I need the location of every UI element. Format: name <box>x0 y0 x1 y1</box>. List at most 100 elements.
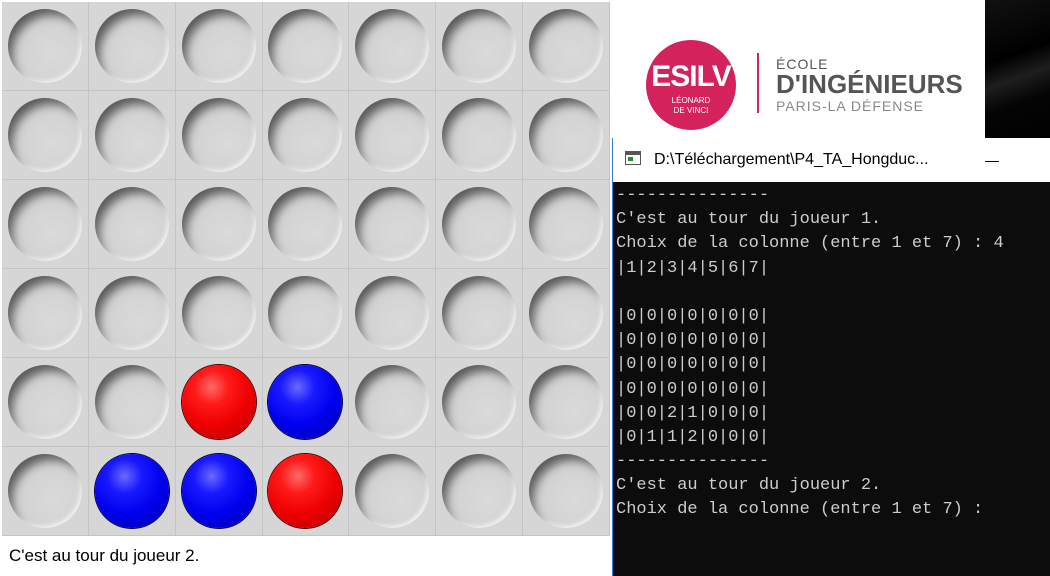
board-cell[interactable] <box>523 180 610 269</box>
school-logo: ESILV LÉONARD DE VINCI ÉCOLE D'INGÉNIEUR… <box>612 0 985 140</box>
empty-slot <box>181 187 256 261</box>
console-titlebar[interactable]: D:\Téléchargement\P4_TA_Hongduc... <box>613 138 1050 182</box>
board-cell[interactable] <box>88 447 176 536</box>
board-cell[interactable] <box>175 447 263 536</box>
board-cell[interactable] <box>349 358 437 447</box>
blue-disc <box>94 454 169 528</box>
minimize-icon[interactable] <box>975 148 1009 174</box>
board-cell[interactable] <box>88 2 176 91</box>
empty-slot <box>355 276 430 350</box>
board-cell[interactable] <box>262 91 350 180</box>
board-cell[interactable] <box>262 447 350 536</box>
board-cell[interactable] <box>2 269 89 358</box>
empty-slot <box>529 187 604 261</box>
empty-slot <box>268 276 343 350</box>
empty-slot <box>442 98 517 172</box>
logo-line-ingenieurs: D'INGÉNIEURS <box>776 69 963 99</box>
console-line: --------------- <box>616 186 770 205</box>
empty-slot <box>268 9 343 83</box>
board-cell[interactable] <box>88 269 176 358</box>
console-line: |0|0|0|0|0|0|0| <box>616 355 770 375</box>
console-window[interactable]: D:\Téléchargement\P4_TA_Hongduc... -----… <box>612 138 1050 576</box>
empty-slot <box>181 9 256 83</box>
logo-line-location: PARIS-LA DÉFENSE <box>776 98 925 114</box>
console-line: Choix de la colonne (entre 1 et 7) : <box>616 500 984 520</box>
board-cell[interactable] <box>523 269 610 358</box>
board-cell[interactable] <box>175 269 263 358</box>
board-cell[interactable] <box>175 358 263 447</box>
connect-four-window: C'est au tour du joueur 2. <box>0 0 612 576</box>
board-cell[interactable] <box>88 180 176 269</box>
empty-slot <box>442 365 517 439</box>
board-cell[interactable] <box>2 2 89 91</box>
console-line: |0|0|0|0|0|0|0| <box>616 379 770 399</box>
empty-slot <box>94 365 169 439</box>
board-cell[interactable] <box>262 2 350 91</box>
board-cell[interactable] <box>436 91 524 180</box>
board-cell[interactable] <box>262 358 350 447</box>
empty-slot <box>355 454 430 528</box>
console-app-icon <box>625 151 641 165</box>
board-cell[interactable] <box>523 358 610 447</box>
empty-slot <box>268 187 343 261</box>
board-cell[interactable] <box>175 2 263 91</box>
empty-slot <box>355 365 430 439</box>
board-cell[interactable] <box>88 358 176 447</box>
console-line: |1|2|3|4|5|6|7| <box>616 258 770 278</box>
console-output[interactable]: --------------- C'est au tour du joueur 1… <box>616 184 1050 523</box>
logo-badge-sub1: LÉONARD <box>671 96 711 105</box>
board-cell[interactable] <box>2 180 89 269</box>
board-cell[interactable] <box>349 180 437 269</box>
board-cell[interactable] <box>523 2 610 91</box>
empty-slot <box>7 98 82 172</box>
board-cell[interactable] <box>2 358 89 447</box>
empty-slot <box>7 454 82 528</box>
console-line: |0|0|0|0|0|0|0| <box>616 306 770 326</box>
board-cell[interactable] <box>349 447 437 536</box>
board-cell[interactable] <box>349 269 437 358</box>
blue-disc <box>268 365 343 439</box>
board-cell[interactable] <box>2 91 89 180</box>
console-line: |0|0|0|0|0|0|0| <box>616 331 770 351</box>
empty-slot <box>94 276 169 350</box>
empty-slot <box>529 98 604 172</box>
board-cell[interactable] <box>2 447 89 536</box>
empty-slot <box>181 98 256 172</box>
empty-slot <box>355 98 430 172</box>
board-cell[interactable] <box>523 447 610 536</box>
empty-slot <box>268 98 343 172</box>
board-cell[interactable] <box>523 91 610 180</box>
board-cell[interactable] <box>262 269 350 358</box>
empty-slot <box>355 187 430 261</box>
board-cell[interactable] <box>175 91 263 180</box>
board-cell[interactable] <box>436 2 524 91</box>
board-cell[interactable] <box>349 2 437 91</box>
board-cell[interactable] <box>436 180 524 269</box>
logo-badge-text: ESILV <box>651 60 731 93</box>
console-line: C'est au tour du joueur 1. <box>616 210 882 230</box>
empty-slot <box>442 454 517 528</box>
console-window-title: D:\Téléchargement\P4_TA_Hongduc... <box>654 151 929 168</box>
board-cell[interactable] <box>436 447 524 536</box>
console-line: --------------- <box>616 452 770 472</box>
logo-divider <box>757 53 759 113</box>
empty-slot <box>7 9 82 83</box>
board-cell[interactable] <box>436 269 524 358</box>
board-cell[interactable] <box>436 358 524 447</box>
board-cell[interactable] <box>349 91 437 180</box>
board-cell[interactable] <box>175 180 263 269</box>
logo-badge: ESILV LÉONARD DE VINCI <box>646 40 736 130</box>
empty-slot <box>7 187 82 261</box>
red-disc <box>181 365 256 439</box>
console-line: |0|1|1|2|0|0|0| <box>616 427 770 447</box>
logo-badge-sub2: DE VINCI <box>673 106 709 115</box>
game-board[interactable] <box>2 2 610 536</box>
console-line: Choix de la colonne (entre 1 et 7) : 4 <box>616 234 1004 254</box>
empty-slot <box>442 276 517 350</box>
background-decoration <box>985 0 1050 140</box>
console-line: |0|0|2|1|0|0|0| <box>616 403 770 423</box>
empty-slot <box>529 454 604 528</box>
board-cell[interactable] <box>262 180 350 269</box>
board-cell[interactable] <box>88 91 176 180</box>
